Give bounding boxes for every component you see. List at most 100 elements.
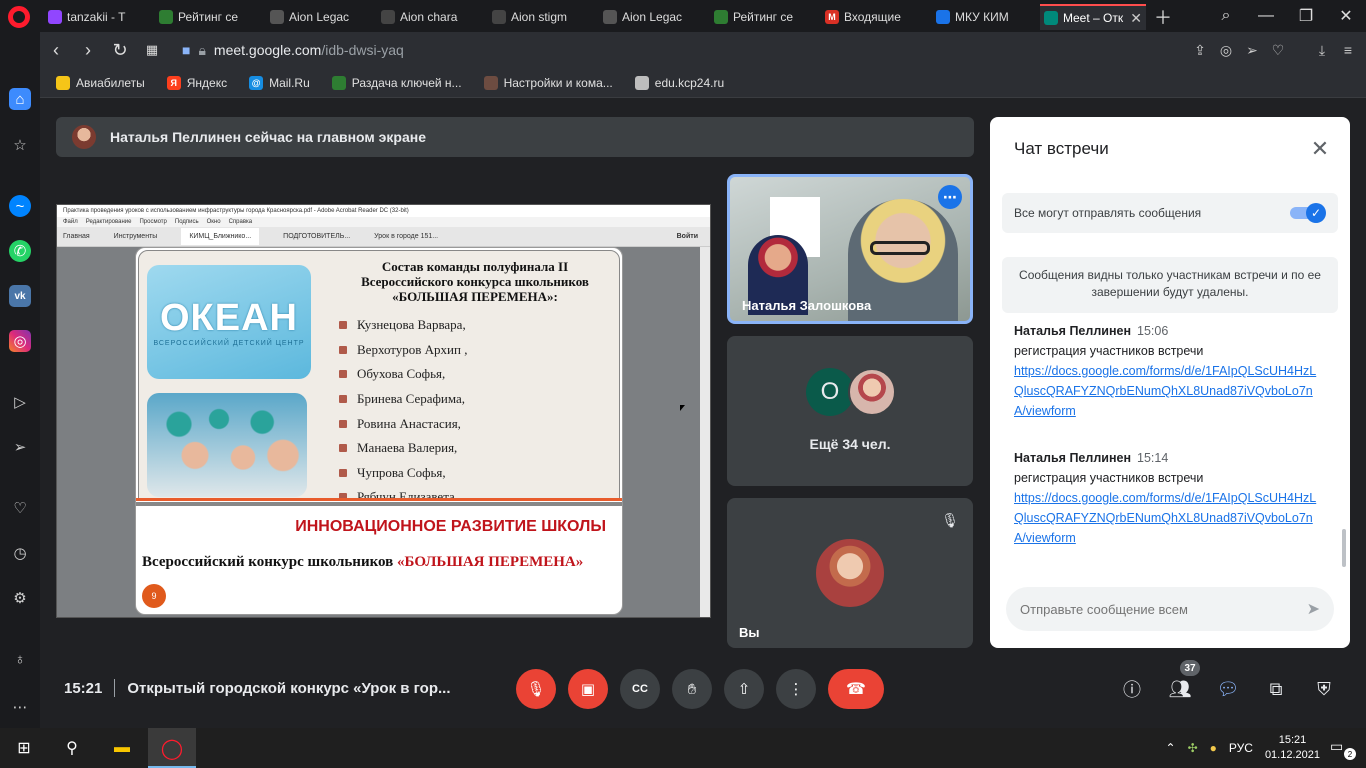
meeting-title[interactable]: Открытый городской конкурс «Урок в гор..…	[127, 680, 450, 697]
speed-dial-icon[interactable]: ▦	[136, 42, 168, 58]
present-button[interactable]: ⇧	[724, 669, 764, 709]
bulb-icon[interactable]: ♁	[9, 648, 31, 670]
participant-name: Вы	[739, 625, 760, 640]
bookmark-mailru[interactable]: @ Mail.Ru	[249, 75, 310, 90]
message-link[interactable]: https://docs.google.com/forms/d/e/1FAIpQ…	[1014, 364, 1316, 418]
raise-hand-button[interactable]: ✋︎	[672, 669, 712, 709]
notification-count: 2	[1344, 748, 1356, 760]
mailru-icon: @	[249, 75, 264, 90]
message-link[interactable]: https://docs.google.com/forms/d/e/1FAIpQ…	[1014, 491, 1316, 545]
browser-tab[interactable]: M Входящие	[821, 4, 921, 30]
info-icon[interactable]: ⓘ	[1118, 675, 1146, 703]
participant-tile-speaker[interactable]: ⋯ Наталья Залошкова	[727, 174, 973, 324]
close-icon[interactable]: ✕	[1304, 133, 1336, 165]
download-icon[interactable]: ⤓	[1314, 42, 1330, 59]
meeting-time: 15:21	[64, 679, 103, 697]
mic-off-icon: 🎙︎	[941, 512, 959, 528]
minimize-icon[interactable]: —	[1246, 7, 1286, 25]
page-number: 9	[142, 584, 166, 608]
heart-icon[interactable]: ♡	[1270, 42, 1286, 59]
opera-menu-icon[interactable]	[8, 6, 30, 28]
more-options-icon[interactable]: ⋯	[938, 185, 962, 209]
captions-button[interactable]: CC	[620, 669, 660, 709]
chat-scrollbar[interactable]	[1342, 529, 1346, 567]
browser-tab[interactable]: Рейтинг се	[155, 4, 255, 30]
browser-tab[interactable]: Aion stigm	[488, 4, 588, 30]
chat-icon[interactable]: 💬︎	[1214, 675, 1242, 703]
mouse-cursor	[680, 405, 685, 411]
star-icon[interactable]: ☆	[9, 134, 31, 156]
browser-tab[interactable]: МКУ КИМ	[932, 4, 1032, 30]
permission-toggle[interactable]: ✓	[1290, 203, 1326, 223]
tab-label: Aion chara	[400, 10, 458, 24]
browser-tab[interactable]: tanzakii - T	[44, 4, 144, 30]
browser-tab[interactable]: Aion Legac	[599, 4, 699, 30]
share-icon[interactable]: ⇪	[1192, 42, 1208, 59]
gear-icon[interactable]: ⚙	[9, 587, 31, 609]
folder-icon[interactable]: ▬	[108, 734, 136, 762]
plane-icon	[56, 75, 70, 90]
send-icon[interactable]: ➢	[1244, 42, 1260, 59]
instagram-icon[interactable]: ◎	[9, 330, 31, 352]
new-tab-button[interactable]: ＋	[1150, 4, 1174, 30]
browser-tab-active[interactable]: Meet – Отк ✕	[1040, 4, 1146, 30]
notifications-icon[interactable]: ▭ 2	[1330, 738, 1356, 760]
send-icon[interactable]: ➤	[1307, 599, 1320, 619]
bookmark-avia[interactable]: Авиабилеты	[56, 75, 145, 90]
restore-icon[interactable]: ❐	[1286, 6, 1326, 26]
page-icon	[634, 75, 649, 90]
whatsapp-icon[interactable]: ✆	[9, 240, 31, 262]
chat-message: Наталья Пеллинен 15:14 регистрация участн…	[1014, 451, 1317, 545]
windows-start-icon[interactable]: ⊞	[10, 734, 38, 762]
url-field[interactable]: ■ 🔒︎ meet.google.com/idb-dwsi-yaq	[182, 42, 404, 59]
clock[interactable]: 15:21 01.12.2021	[1265, 733, 1320, 763]
menu-icon[interactable]: ≡	[1340, 42, 1356, 59]
close-window-icon[interactable]: ✕	[1326, 6, 1366, 26]
participant-tile-self[interactable]: 🎙︎ Вы	[727, 498, 973, 648]
host-controls-icon[interactable]: ⛨	[1310, 675, 1338, 703]
presentation-slide: ОКЕАН ВСЕРОССИЙСКИЙ ДЕТСКИЙ ЦЕНТР Состав…	[135, 247, 623, 615]
reload-icon[interactable]: ↻	[104, 40, 136, 61]
browser-tab[interactable]: Рейтинг се	[710, 4, 810, 30]
history-icon[interactable]: ◷	[9, 542, 31, 564]
opera-icon[interactable]: ◯	[158, 734, 186, 762]
plugin-icon[interactable]: ●	[1210, 741, 1217, 755]
bookmark-keys[interactable]: Раздача ключей н...	[331, 75, 462, 90]
bookmark-yandex[interactable]: Я Яндекс	[166, 75, 227, 90]
chat-input[interactable]	[1020, 601, 1290, 617]
more-options-button[interactable]: ⋮	[776, 669, 816, 709]
search-icon[interactable]: ⚲	[58, 734, 86, 762]
browser-tabbar: tanzakii - T Рейтинг се Aion Legac Aion …	[0, 0, 1366, 32]
back-icon[interactable]: ‹	[40, 40, 72, 61]
activities-icon[interactable]: ⧉	[1262, 675, 1290, 703]
home-icon[interactable]: ⌂	[9, 88, 31, 110]
bookmark-edu[interactable]: edu.kcp24.ru	[634, 75, 724, 90]
bookmark-settings[interactable]: Настройки и кома...	[483, 75, 613, 90]
mic-off-button[interactable]: 🎙︎	[516, 669, 556, 709]
heart-icon[interactable]: ♡	[9, 497, 31, 519]
people-icon[interactable]: 👥︎	[1166, 675, 1194, 703]
browser-tab[interactable]: Aion Legac	[266, 4, 366, 30]
presenting-banner: Наталья Пеллинен сейчас на главном экран…	[56, 117, 974, 157]
participant-tile-more[interactable]: О Ещё 34 чел.	[727, 336, 973, 486]
snapshot-icon[interactable]: ◎	[1218, 42, 1234, 59]
search-tabs-icon[interactable]: ⌕	[1206, 7, 1246, 25]
chevron-up-icon[interactable]: ⌃	[1166, 741, 1176, 755]
leave-call-button[interactable]: ☎︎	[828, 669, 884, 709]
close-tab-icon[interactable]: ✕	[1130, 10, 1142, 27]
meeting-info: 15:21 Открытый городской конкурс «Урок в…	[64, 679, 451, 697]
browser-tab[interactable]: Aion chara	[377, 4, 477, 30]
address-bar: ‹ › ↻ ▦ ■ 🔒︎ meet.google.com/idb-dwsi-ya…	[40, 32, 1366, 68]
reader-menu: Файл Редактирование Просмотр Подпись Окн…	[57, 217, 710, 227]
list-item: Манаева Валерия,	[339, 436, 467, 461]
send-icon[interactable]: ➢	[9, 436, 31, 458]
chat-panel: Чат встречи ✕ Все могут отправлять сообщ…	[990, 117, 1350, 648]
player-icon[interactable]: ▷	[9, 391, 31, 413]
forward-icon[interactable]: ›	[72, 40, 104, 61]
more-icon[interactable]: ⋯	[9, 696, 31, 718]
camera-off-button[interactable]: ▣	[568, 669, 608, 709]
language-indicator[interactable]: РУС	[1229, 741, 1253, 755]
network-icon[interactable]: ✣	[1188, 741, 1198, 755]
messenger-icon[interactable]: ~	[9, 195, 31, 217]
vk-icon[interactable]: vk	[9, 285, 31, 307]
